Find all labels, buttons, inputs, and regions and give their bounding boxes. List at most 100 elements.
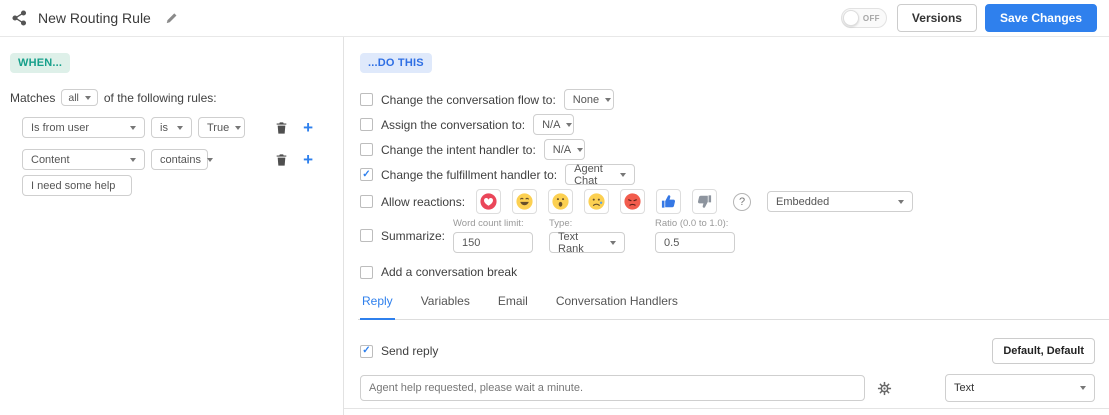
matches-prefix-label: Matches xyxy=(10,90,56,105)
share-button[interactable] xyxy=(12,10,28,26)
allow-reactions-checkbox[interactable] xyxy=(360,195,373,208)
tabs-bar: Reply Variables Email Conversation Handl… xyxy=(358,294,1109,320)
share-icon xyxy=(12,10,28,26)
fulfillment-handler-value: Agent Chat xyxy=(574,162,603,187)
tab-email[interactable]: Email xyxy=(496,294,530,319)
rule1-operator-select[interactable]: is xyxy=(151,117,192,138)
conversation-flow-checkbox[interactable] xyxy=(360,93,373,106)
reactions-row: Allow reactions: ? Embedded xyxy=(360,189,1095,214)
trash-icon xyxy=(276,121,287,134)
chevron-down-icon xyxy=(605,97,612,102)
add-rule-button[interactable]: + xyxy=(303,119,313,136)
do-this-badge: ...DO THIS xyxy=(360,53,432,73)
chevron-down-icon xyxy=(130,157,136,162)
assign-conversation-label: Assign the conversation to: xyxy=(381,117,526,132)
rule2-operator-select[interactable]: contains xyxy=(151,149,213,170)
reply-message-row: Text xyxy=(360,374,1095,402)
versions-button[interactable]: Versions xyxy=(896,4,977,32)
toggle-state-label: OFF xyxy=(862,13,880,23)
love-reaction-icon xyxy=(480,193,497,210)
edit-title-button[interactable] xyxy=(165,11,179,25)
matches-suffix-label: of the following rules: xyxy=(103,90,217,105)
chevron-down-icon xyxy=(1080,386,1086,390)
action-row-assign: Assign the conversation to: N/A xyxy=(360,114,1095,135)
delete-rule-button[interactable] xyxy=(275,153,288,167)
matches-mode-value: all xyxy=(68,91,79,104)
thumbs-up-icon xyxy=(661,195,676,208)
conversation-flow-value: None xyxy=(572,93,600,106)
section-divider xyxy=(344,408,1109,409)
chevron-down-icon xyxy=(84,95,91,100)
reply-type-select[interactable]: Text xyxy=(945,374,1095,402)
summarize-type-value: Text Rank xyxy=(558,230,584,255)
action-row-fulfillment: Change the fulfillment handler to: Agent… xyxy=(360,162,1095,187)
intent-handler-select[interactable]: N/A xyxy=(543,139,585,160)
reply-type-value: Text xyxy=(954,382,975,394)
thumbs-up-reaction-button[interactable] xyxy=(656,189,682,214)
add-rule-button[interactable]: + xyxy=(303,151,313,168)
matches-mode-select[interactable]: all xyxy=(61,89,98,106)
conversation-flow-select[interactable]: None xyxy=(563,89,614,110)
chevron-down-icon xyxy=(130,125,136,130)
when-panel: WHEN... Matches all of the following rul… xyxy=(0,37,344,415)
delete-rule-button[interactable] xyxy=(275,121,288,135)
action-row-flow: Change the conversation flow to: None xyxy=(360,89,1095,110)
haha-reaction-icon xyxy=(516,193,533,210)
rule1-value-select[interactable]: True xyxy=(198,117,245,138)
send-reply-checkbox[interactable] xyxy=(360,344,373,358)
thumbs-down-reaction-button[interactable] xyxy=(692,189,718,214)
chevron-down-icon xyxy=(235,125,242,130)
tab-conversation-handlers[interactable]: Conversation Handlers xyxy=(554,294,680,319)
fulfillment-handler-checkbox[interactable] xyxy=(360,168,373,181)
chevron-down-icon xyxy=(577,147,584,152)
haha-reaction-button[interactable] xyxy=(512,189,538,214)
rule1-actions: + xyxy=(275,119,321,136)
rule1-field-select[interactable]: Is from user xyxy=(22,117,145,138)
reactions-help-icon[interactable]: ? xyxy=(733,192,752,211)
love-reaction-button[interactable] xyxy=(476,189,502,214)
rule-row-2: Content contains + xyxy=(22,149,327,170)
pencil-icon xyxy=(165,11,179,25)
header-bar: New Routing Rule OFF Versions Save Chang… xyxy=(0,0,1109,37)
word-count-input[interactable] xyxy=(453,232,534,253)
rule1-field-value: Is from user xyxy=(31,121,90,134)
rule2-field-select[interactable]: Content xyxy=(22,149,145,170)
trash-icon xyxy=(276,153,287,166)
default-language-button[interactable]: Default, Default xyxy=(992,338,1095,364)
reactions-display-mode-value: Embedded xyxy=(776,195,830,208)
conversation-break-checkbox[interactable] xyxy=(360,265,373,279)
thumbs-down-icon xyxy=(698,195,712,208)
word-count-label: Word count limit: xyxy=(453,218,524,229)
summarize-fields: Word count limit: Type: Text Rank Ratio … xyxy=(453,218,751,255)
chevron-down-icon xyxy=(898,199,905,204)
allow-reactions-label: Allow reactions: xyxy=(381,194,466,209)
assign-conversation-checkbox[interactable] xyxy=(360,118,373,131)
assign-conversation-select[interactable]: N/A xyxy=(533,114,575,135)
ratio-input[interactable] xyxy=(655,232,736,253)
matches-row: Matches all of the following rules: xyxy=(10,89,327,106)
rule2-value-input[interactable] xyxy=(22,175,132,196)
angry-reaction-button[interactable] xyxy=(620,189,646,214)
reply-settings-button[interactable] xyxy=(877,381,892,396)
reactions-display-mode-select[interactable]: Embedded xyxy=(767,191,914,212)
intent-handler-value: N/A xyxy=(552,143,572,156)
chevron-down-icon xyxy=(566,122,573,127)
intent-handler-checkbox[interactable] xyxy=(360,143,373,156)
sad-reaction-button[interactable] xyxy=(584,189,610,214)
intent-handler-label: Change the intent handler to: xyxy=(381,142,536,157)
summarize-checkbox[interactable] xyxy=(360,229,373,242)
save-changes-button[interactable]: Save Changes xyxy=(984,4,1097,32)
tab-reply[interactable]: Reply xyxy=(360,294,395,320)
wow-reaction-button[interactable] xyxy=(548,189,574,214)
chevron-down-icon xyxy=(620,172,627,177)
enabled-toggle[interactable]: OFF xyxy=(840,8,887,28)
ratio-field: Ratio (0.0 to 1.0): xyxy=(655,218,736,253)
tab-variables[interactable]: Variables xyxy=(419,294,472,319)
fulfillment-handler-select[interactable]: Agent Chat xyxy=(565,162,636,187)
fulfillment-handler-label: Change the fulfillment handler to: xyxy=(381,167,558,182)
send-reply-label: Send reply xyxy=(381,344,439,358)
summarize-type-select[interactable]: Text Rank xyxy=(549,230,626,255)
word-count-field: Word count limit: xyxy=(453,218,534,253)
conversation-break-row: Add a conversation break xyxy=(360,265,1095,279)
reply-message-input[interactable] xyxy=(360,375,865,401)
